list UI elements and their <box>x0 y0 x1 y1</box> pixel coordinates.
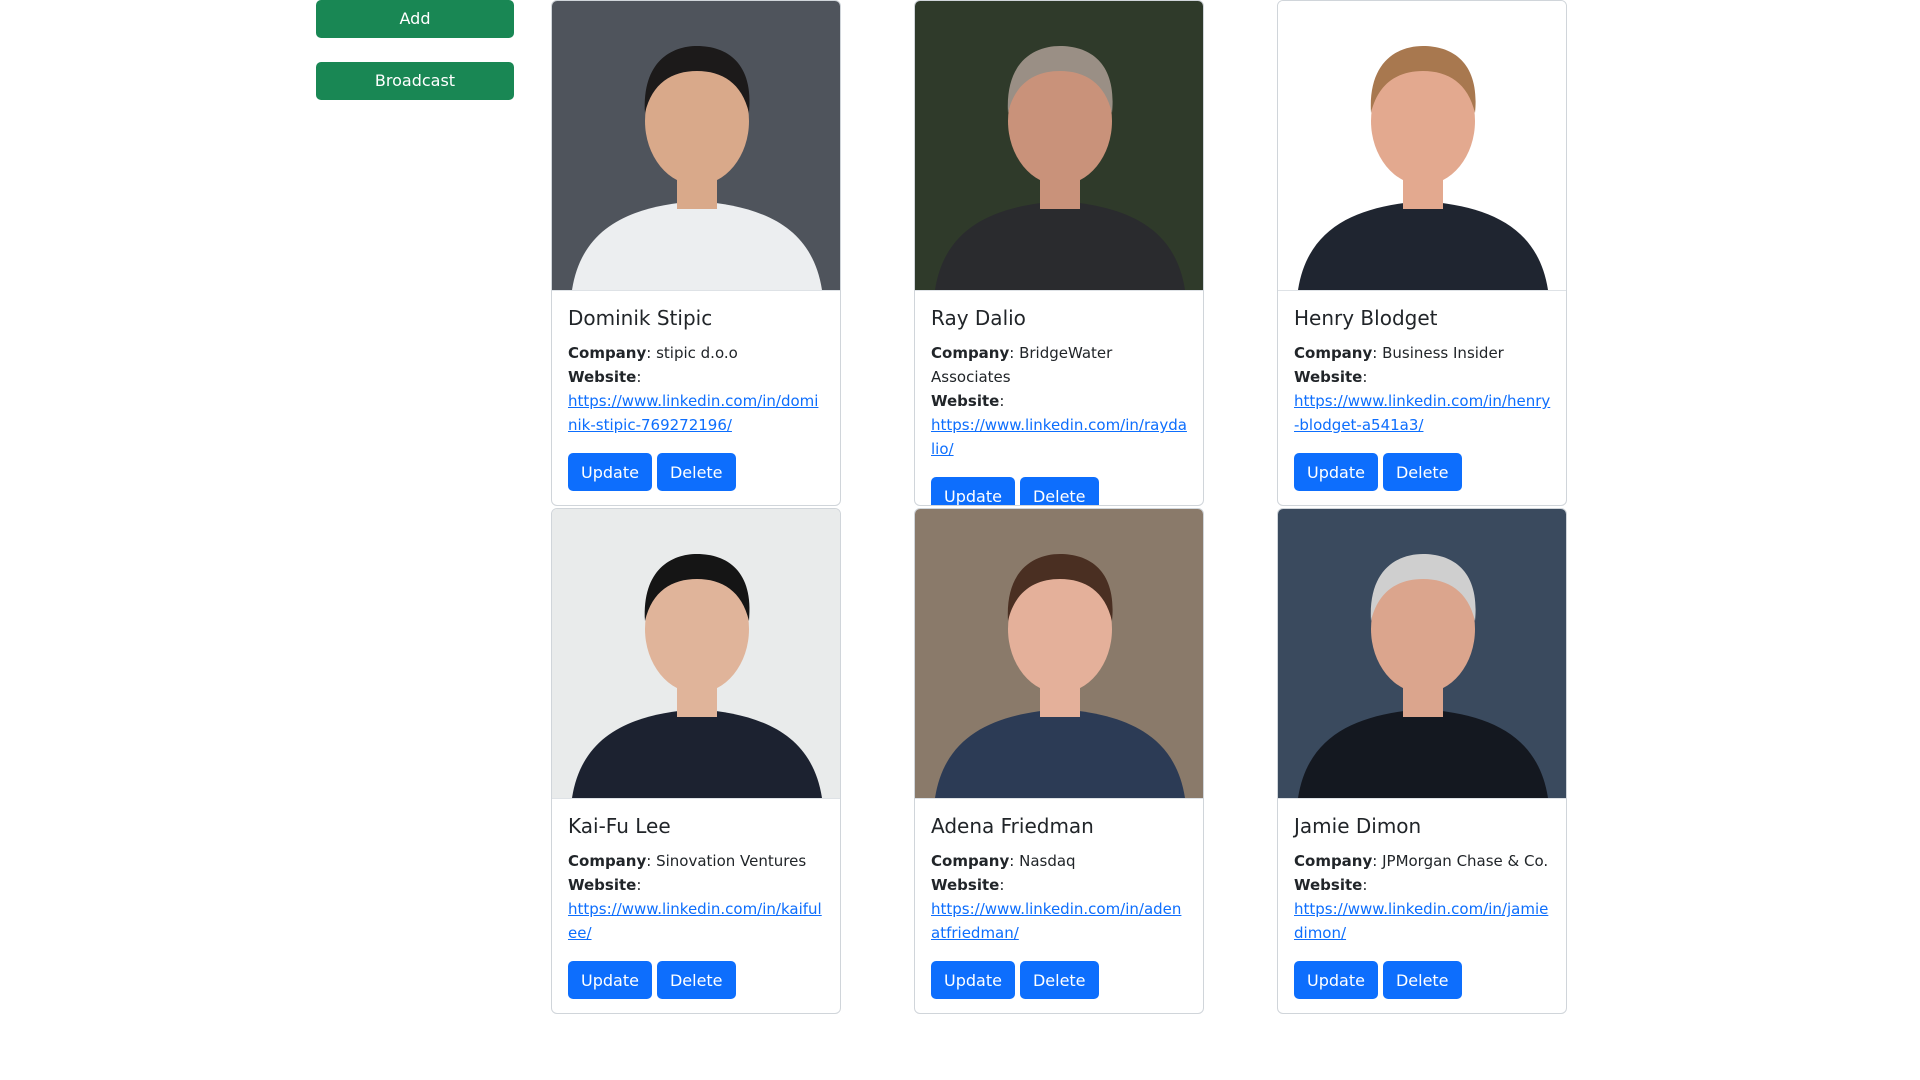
company-label: Company <box>1294 344 1373 362</box>
add-button[interactable]: Add <box>316 0 514 38</box>
company-value: Business Insider <box>1382 344 1504 362</box>
website-label: Website <box>568 876 637 894</box>
contact-card: Henry Blodget Company: Business Insider … <box>1277 0 1567 506</box>
website-link[interactable]: https://www.linkedin.com/in/jamiedimon/ <box>1294 897 1552 945</box>
contact-card: Kai-Fu Lee Company: Sinovation Ventures … <box>551 508 841 1014</box>
contact-photo <box>1278 1 1566 291</box>
update-button[interactable]: Update <box>568 453 652 491</box>
company-row: Company: Nasdaq <box>931 852 1076 870</box>
company-row: Company: Business Insider <box>1294 344 1504 362</box>
website-link[interactable]: https://www.linkedin.com/in/dominik-stip… <box>568 389 826 437</box>
card-actions: Update Delete <box>931 961 1187 999</box>
website-label: Website <box>1294 368 1363 386</box>
company-row: Company: JPMorgan Chase & Co. <box>1294 852 1549 870</box>
update-button[interactable]: Update <box>568 961 652 999</box>
company-label: Company <box>568 852 647 870</box>
portrait-image <box>552 1 840 290</box>
contact-card: Dominik Stipic Company: stipic d.o.o Web… <box>551 0 841 506</box>
contact-photo <box>915 509 1203 799</box>
delete-button[interactable]: Delete <box>656 961 736 999</box>
website-link[interactable]: https://www.linkedin.com/in/henry-blodge… <box>1294 389 1552 437</box>
card-actions: Update Delete <box>931 477 1187 505</box>
delete-button[interactable]: Delete <box>656 453 736 491</box>
card-actions: Update Delete <box>568 453 824 491</box>
contact-name: Kai-Fu Lee <box>568 814 671 838</box>
contact-name: Henry Blodget <box>1294 306 1438 330</box>
website-label: Website <box>931 392 1000 410</box>
contact-photo <box>552 509 840 799</box>
company-row: Company: stipic d.o.o <box>568 344 738 362</box>
website-row: Website: <box>931 876 1005 894</box>
card-actions: Update Delete <box>1294 453 1550 491</box>
contact-card: Jamie Dimon Company: JPMorgan Chase & Co… <box>1277 508 1567 1014</box>
portrait-image <box>915 509 1203 798</box>
company-value: Nasdaq <box>1019 852 1076 870</box>
contact-name: Jamie Dimon <box>1294 814 1422 838</box>
website-link[interactable]: https://www.linkedin.com/in/adenatfriedm… <box>931 897 1189 945</box>
website-link[interactable]: https://www.linkedin.com/in/raydalio/ <box>931 413 1189 461</box>
contact-photo <box>552 1 840 291</box>
website-row: Website: <box>568 876 642 894</box>
website-label: Website <box>568 368 637 386</box>
company-value: JPMorgan Chase & Co. <box>1382 852 1549 870</box>
update-button[interactable]: Update <box>931 961 1015 999</box>
update-button[interactable]: Update <box>931 477 1015 505</box>
delete-button[interactable]: Delete <box>1382 961 1462 999</box>
card-actions: Update Delete <box>568 961 824 999</box>
company-label: Company <box>931 344 1010 362</box>
website-row: Website: <box>568 368 642 386</box>
company-row: Company: Sinovation Ventures <box>568 852 807 870</box>
broadcast-button[interactable]: Broadcast <box>316 62 514 100</box>
website-row: Website: <box>1294 368 1368 386</box>
card-actions: Update Delete <box>1294 961 1550 999</box>
website-label: Website <box>1294 876 1363 894</box>
portrait-image <box>552 509 840 798</box>
company-value: Sinovation Ventures <box>656 852 807 870</box>
company-label: Company <box>931 852 1010 870</box>
contact-card: Ray Dalio Company: BridgeWater Associate… <box>914 0 1204 506</box>
portrait-image <box>1278 509 1566 798</box>
delete-button[interactable]: Delete <box>1019 961 1099 999</box>
company-value: stipic d.o.o <box>656 344 738 362</box>
contact-photo <box>1278 509 1566 799</box>
portrait-image <box>1278 1 1566 290</box>
update-button[interactable]: Update <box>1294 961 1378 999</box>
contact-photo <box>915 1 1203 291</box>
website-link[interactable]: https://www.linkedin.com/in/kaifulee/ <box>568 897 826 945</box>
contact-card: Adena Friedman Company: Nasdaq Website: … <box>914 508 1204 1014</box>
company-row: Company: BridgeWater Associates <box>931 344 1113 386</box>
contact-name: Adena Friedman <box>931 814 1094 838</box>
update-button[interactable]: Update <box>1294 453 1378 491</box>
delete-button[interactable]: Delete <box>1019 477 1099 505</box>
website-row: Website: <box>1294 876 1368 894</box>
sidebar: Add Broadcast <box>316 0 514 100</box>
contact-name: Dominik Stipic <box>568 306 713 330</box>
website-row: Website: <box>931 392 1005 410</box>
portrait-image <box>915 1 1203 290</box>
delete-button[interactable]: Delete <box>1382 453 1462 491</box>
company-label: Company <box>568 344 647 362</box>
website-label: Website <box>931 876 1000 894</box>
contact-name: Ray Dalio <box>931 306 1026 330</box>
company-label: Company <box>1294 852 1373 870</box>
